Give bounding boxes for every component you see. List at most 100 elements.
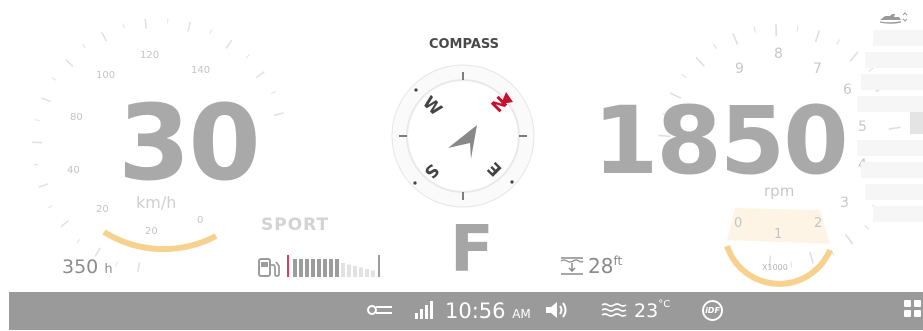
fuel-segment bbox=[341, 263, 345, 277]
tach-scale-label: 8 bbox=[774, 46, 783, 62]
fuel-segment bbox=[353, 266, 357, 277]
right-edge-bars bbox=[855, 30, 923, 270]
engine-hours: 350 h bbox=[62, 256, 113, 278]
fuel-segments bbox=[293, 259, 375, 277]
gauge-tick bbox=[123, 24, 124, 29]
speed-scale-label: 0 bbox=[197, 215, 203, 226]
gauge-tick bbox=[210, 29, 212, 34]
gauge-tick bbox=[713, 44, 716, 49]
gauge-tick bbox=[188, 22, 190, 32]
signal-icon bbox=[414, 300, 436, 320]
depth-unit: ft bbox=[613, 254, 622, 268]
gauge-tick bbox=[61, 221, 69, 227]
gauge-tick bbox=[52, 78, 56, 81]
fuel-segment bbox=[347, 265, 351, 278]
compass-dial: N E S W bbox=[392, 65, 534, 207]
gauge-tick bbox=[274, 113, 284, 116]
gauge-tick bbox=[102, 32, 107, 41]
fuel-segment bbox=[323, 259, 327, 277]
water-temperature: 23°C bbox=[634, 294, 670, 328]
gauge-tick bbox=[816, 31, 820, 42]
speedometer-accent-arc bbox=[104, 232, 216, 249]
gauge-tick bbox=[82, 44, 85, 48]
depth-readout: 28ft bbox=[560, 254, 622, 278]
fuel-segment bbox=[365, 269, 369, 277]
side-panel-handle[interactable] bbox=[910, 112, 923, 134]
gauge-tick bbox=[33, 164, 38, 165]
fuel-pump-icon bbox=[257, 257, 281, 279]
idf-button[interactable]: iDF bbox=[702, 300, 723, 321]
fuel-segment bbox=[311, 259, 315, 277]
water-temp-unit: °C bbox=[658, 299, 670, 310]
tach-secondary-unit: X1000 bbox=[762, 263, 788, 272]
speed-scale-label: 100 bbox=[96, 70, 115, 81]
tach-secondary-label: 2 bbox=[814, 216, 822, 231]
fuel-segment bbox=[293, 259, 297, 277]
tach-secondary-label: 1 bbox=[774, 227, 782, 242]
gauge-tick bbox=[681, 74, 686, 78]
gauge-tick bbox=[754, 27, 755, 33]
gauge-tick bbox=[696, 57, 704, 66]
gauge-tick bbox=[41, 98, 50, 102]
depth-icon bbox=[560, 256, 584, 276]
drive-mode[interactable]: SPORT bbox=[261, 215, 329, 235]
engine-hours-unit: h bbox=[104, 262, 112, 277]
gauge-tick bbox=[837, 40, 840, 45]
fuel-reserve-marker bbox=[287, 255, 289, 277]
speed-readout: 30 bbox=[118, 88, 268, 198]
gauge-tick bbox=[797, 25, 798, 31]
status-bar: 10:56 AM 23°C iDF bbox=[9, 292, 923, 330]
speed-scale-label: 140 bbox=[191, 65, 210, 76]
tach-scale-label: 3 bbox=[840, 195, 849, 211]
tether-key-icon[interactable] bbox=[367, 302, 393, 318]
gauge-tick bbox=[66, 60, 73, 67]
fuel-segment bbox=[359, 268, 363, 278]
compass-title: COMPASS bbox=[414, 37, 514, 52]
fuel-full-marker bbox=[378, 255, 380, 277]
speed-scale-label: 120 bbox=[140, 50, 159, 61]
speed-scale-label: 20 bbox=[145, 226, 158, 237]
rpm-unit: rpm bbox=[764, 182, 794, 200]
fuel-segment bbox=[335, 259, 339, 277]
gauge-tick bbox=[39, 184, 48, 187]
tach-secondary-label: 0 bbox=[734, 216, 742, 231]
clock-time: 10:56 bbox=[445, 299, 506, 323]
clock: 10:56 AM bbox=[445, 294, 531, 331]
tach-scale-label: 7 bbox=[813, 61, 822, 77]
gauge-tick bbox=[246, 55, 249, 59]
tach-scale-label: 9 bbox=[735, 61, 744, 77]
gauge-tick bbox=[138, 262, 140, 272]
fuel-segment bbox=[371, 271, 375, 278]
gauge-tick bbox=[271, 91, 276, 93]
water-temp-icon bbox=[601, 302, 627, 318]
volume-icon[interactable] bbox=[545, 300, 569, 320]
clock-am-pm: AM bbox=[512, 307, 531, 321]
gauge-tick bbox=[35, 120, 40, 121]
engine-hours-value: 350 bbox=[62, 256, 98, 278]
depth-value: 28 bbox=[588, 254, 613, 278]
speed-unit: km/h bbox=[136, 193, 176, 212]
rpm-readout: 1850 bbox=[593, 92, 847, 192]
gauge-tick bbox=[810, 252, 813, 264]
fuel-segment bbox=[329, 259, 333, 277]
speed-scale-label: 40 bbox=[67, 165, 80, 176]
gauge-tick bbox=[226, 40, 232, 48]
gauge-tick bbox=[791, 261, 792, 267]
gauge-tick bbox=[77, 239, 80, 243]
gauge-tick bbox=[116, 261, 118, 266]
water-temp-value: 23 bbox=[634, 300, 658, 322]
gauge-tick bbox=[48, 206, 52, 208]
gauge-tick bbox=[845, 234, 852, 244]
gear-indicator: F bbox=[450, 215, 494, 285]
jetski-icon[interactable] bbox=[879, 11, 907, 25]
speed-scale-label: 80 bbox=[70, 112, 83, 123]
gauge-tick bbox=[256, 72, 264, 78]
fuel-gauge bbox=[286, 254, 382, 278]
fuel-segment bbox=[305, 259, 309, 277]
fuel-segment bbox=[299, 259, 303, 277]
fuel-segment bbox=[317, 259, 321, 277]
gauge-tick bbox=[145, 19, 146, 29]
speed-scale-label: 20 bbox=[96, 204, 109, 215]
apps-grid-icon[interactable] bbox=[904, 300, 922, 318]
gauge-tick bbox=[733, 33, 738, 44]
